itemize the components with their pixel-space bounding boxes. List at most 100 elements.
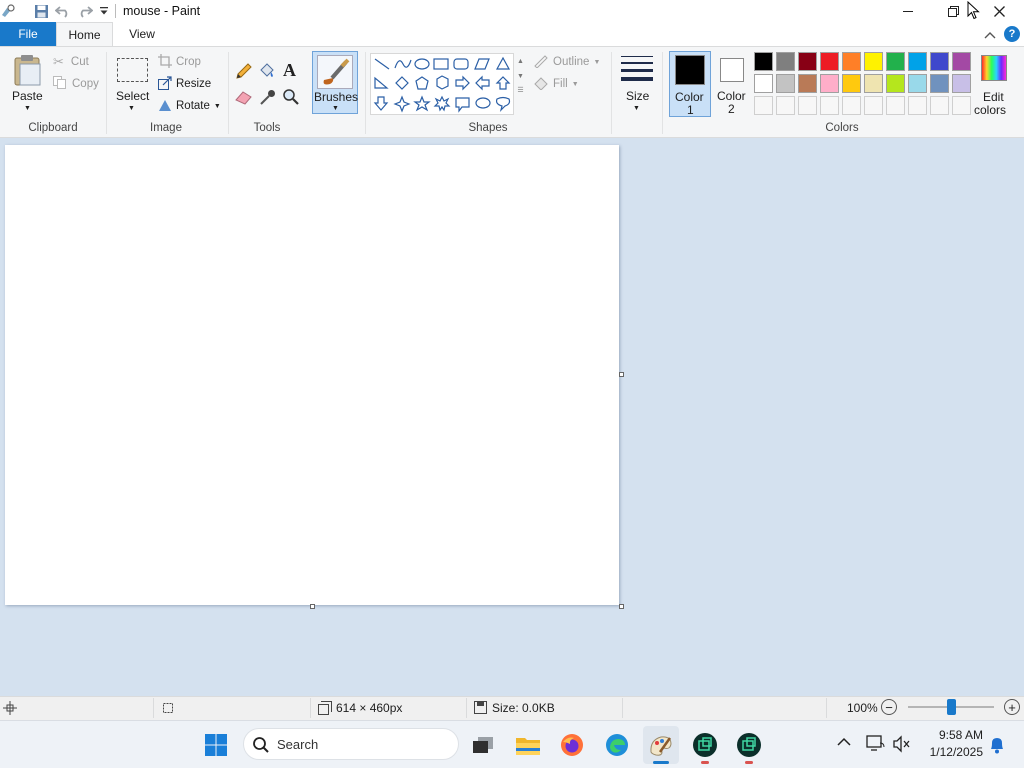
size-label: Size (626, 89, 650, 103)
text-tool-icon[interactable]: A (283, 60, 296, 81)
start-button[interactable] (201, 730, 231, 760)
status-separator (310, 698, 311, 718)
file-explorer-button[interactable] (513, 730, 543, 760)
customize-quick-access-icon[interactable] (96, 3, 112, 19)
paste-button[interactable]: Paste ▼ (8, 52, 46, 114)
tools-group-label: Tools (253, 122, 281, 134)
group-separator (662, 52, 663, 134)
palette-swatch-empty[interactable] (952, 96, 971, 115)
palette-swatch[interactable] (820, 52, 839, 71)
tab-file[interactable]: File (0, 22, 56, 46)
palette-swatch[interactable] (842, 74, 861, 93)
save-icon[interactable] (33, 3, 49, 19)
minimize-button[interactable] (885, 0, 931, 22)
volume-muted-icon[interactable] (892, 735, 912, 756)
taskbar-search-box[interactable]: Search (243, 728, 459, 760)
color2-label-line2: 2 (728, 102, 735, 116)
resize-handle-bottom[interactable] (310, 604, 315, 609)
shapes-scroll[interactable]: ▲ ▼ ☰ (515, 53, 526, 115)
task-view-button[interactable] (468, 730, 498, 760)
cut-button[interactable]: ✂ Cut (53, 53, 89, 71)
close-button[interactable] (976, 0, 1022, 22)
drawing-canvas[interactable] (5, 145, 619, 605)
zoom-slider-thumb[interactable] (947, 699, 956, 715)
windows-logo-icon (205, 734, 227, 756)
firefox-button[interactable] (557, 730, 587, 760)
outline-button[interactable]: Outline ▼ (533, 53, 600, 71)
palette-swatch[interactable] (908, 52, 927, 71)
terminal-app-button-1[interactable] (690, 730, 720, 760)
edit-colors-button[interactable]: Edit colors (974, 52, 1012, 118)
zoom-out-button[interactable]: − (881, 699, 897, 715)
palette-swatch-empty[interactable] (930, 96, 949, 115)
palette-swatch[interactable] (754, 74, 773, 93)
pencil-icon[interactable] (235, 62, 253, 83)
palette-swatch[interactable] (798, 74, 817, 93)
rotate-button[interactable]: Rotate ▼ (158, 97, 221, 115)
select-dropdown-icon: ▼ (128, 105, 135, 112)
palette-swatch[interactable] (886, 74, 905, 93)
select-button[interactable]: Select ▼ (112, 52, 152, 114)
help-icon[interactable]: ? (1004, 26, 1020, 42)
edge-button[interactable] (602, 730, 632, 760)
palette-swatch-empty[interactable] (886, 96, 905, 115)
paint-taskbar-button[interactable] (646, 730, 676, 760)
rainbow-palette-icon (981, 55, 1007, 81)
palette-swatch[interactable] (842, 52, 861, 71)
palette-swatch-empty[interactable] (864, 96, 883, 115)
fill-button[interactable]: Fill ▼ (533, 75, 579, 93)
copy-button[interactable]: Copy (53, 75, 99, 93)
palette-swatch[interactable] (952, 52, 971, 71)
clock-time[interactable]: 9:58 AM (921, 728, 983, 742)
image-group-label: Image (150, 122, 182, 134)
palette-swatch-empty[interactable] (908, 96, 927, 115)
palette-swatch[interactable] (908, 74, 927, 93)
palette-swatch[interactable] (820, 74, 839, 93)
brushes-button[interactable]: Brushes ▼ (312, 51, 358, 114)
network-icon[interactable] (866, 734, 886, 755)
zoom-in-button[interactable]: + (1004, 699, 1020, 715)
palette-swatch[interactable] (776, 74, 795, 93)
color1-button[interactable]: Color 1 (669, 51, 711, 117)
copy-label: Copy (72, 78, 99, 90)
resize-handle-right[interactable] (619, 372, 624, 377)
terminal-app-button-2[interactable] (734, 730, 764, 760)
palette-swatch[interactable] (798, 52, 817, 71)
undo-icon[interactable] (55, 3, 71, 19)
color-picker-icon[interactable] (259, 88, 277, 109)
tab-view[interactable]: View (118, 22, 166, 46)
tab-home[interactable]: Home (56, 22, 113, 47)
clock-date[interactable]: 1/12/2025 (921, 745, 983, 759)
palette-swatch-empty[interactable] (798, 96, 817, 115)
color2-button[interactable]: Color 2 (712, 51, 752, 117)
palette-swatch-empty[interactable] (776, 96, 795, 115)
window-title: mouse - Paint (123, 4, 201, 18)
show-hidden-icons-button[interactable] (837, 736, 851, 750)
shapes-gallery (370, 53, 514, 115)
paint-app-icon[interactable] (0, 3, 16, 19)
palette-swatch-empty[interactable] (842, 96, 861, 115)
task-view-icon (473, 737, 493, 753)
palette-swatch[interactable] (952, 74, 971, 93)
redo-icon[interactable] (77, 3, 93, 19)
size-button[interactable]: Size ▼ (617, 52, 657, 114)
palette-swatch[interactable] (864, 52, 883, 71)
minimize-ribbon-icon[interactable] (984, 28, 996, 42)
fill-bucket-icon[interactable] (258, 61, 276, 82)
outline-icon (533, 54, 549, 71)
palette-swatch[interactable] (864, 74, 883, 93)
palette-swatch[interactable] (776, 52, 795, 71)
palette-swatch[interactable] (886, 52, 905, 71)
palette-swatch[interactable] (930, 52, 949, 71)
notifications-icon[interactable] (989, 736, 1005, 757)
eraser-icon[interactable] (235, 89, 253, 108)
close-icon (993, 5, 1005, 17)
crop-button[interactable]: Crop (158, 53, 201, 71)
palette-swatch[interactable] (930, 74, 949, 93)
resize-handle-corner[interactable] (619, 604, 624, 609)
magnifier-icon[interactable] (282, 88, 300, 109)
palette-swatch-empty[interactable] (820, 96, 839, 115)
resize-button[interactable]: Resize (158, 75, 211, 93)
palette-swatch[interactable] (754, 52, 773, 71)
palette-swatch-empty[interactable] (754, 96, 773, 115)
